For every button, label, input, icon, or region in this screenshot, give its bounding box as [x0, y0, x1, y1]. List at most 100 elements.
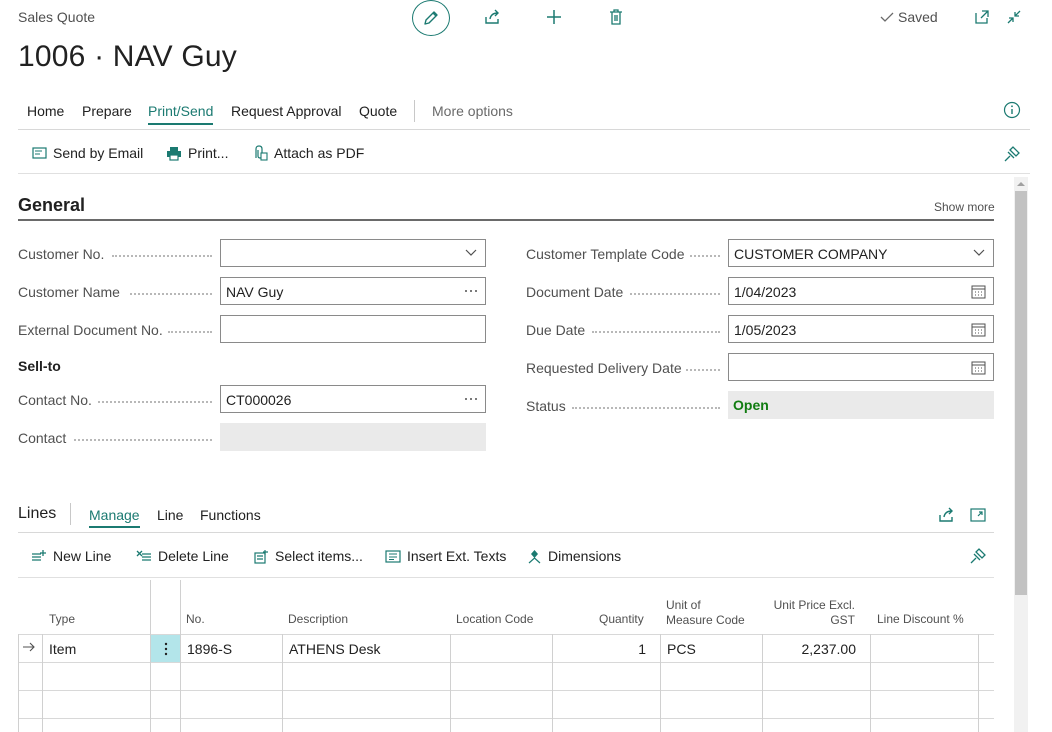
column-header-unit-price[interactable]: Unit Price Excl. GST [764, 598, 855, 628]
scroll-up-arrow-icon[interactable] [1016, 180, 1026, 188]
calendar-icon[interactable] [971, 360, 986, 375]
customer-name-field[interactable]: NAV Guy [220, 277, 486, 305]
menu-more-options[interactable]: More options [432, 103, 513, 119]
grid-line [42, 634, 43, 732]
requested-delivery-date-label: Requested Delivery Date [526, 360, 682, 376]
chevron-down-icon[interactable] [972, 246, 986, 260]
calendar-icon[interactable] [971, 322, 986, 337]
column-header-quantity[interactable]: Quantity [599, 612, 644, 627]
show-more-link[interactable]: Show more [934, 200, 995, 214]
share-icon [939, 507, 953, 522]
cell-unit-price[interactable]: 2,237.00 [766, 641, 857, 657]
column-header-line-discount[interactable]: Line Discount % [877, 612, 964, 627]
general-section-title[interactable]: General [18, 195, 85, 216]
lines-tab-manage[interactable]: Manage [89, 507, 140, 528]
select-items-label: Select items... [275, 548, 363, 564]
open-new-window-button[interactable] [970, 5, 994, 29]
pin-actions-button[interactable] [1000, 142, 1024, 166]
saved-status: Saved [880, 9, 938, 25]
grid-line [18, 634, 19, 732]
lines-tab-line[interactable]: Line [157, 507, 183, 523]
customer-name-label: Customer Name [18, 284, 120, 300]
sell-to-heading: Sell-to [18, 358, 61, 374]
column-header-description[interactable]: Description [288, 612, 348, 627]
grid-line [282, 634, 283, 732]
column-header-location-code[interactable]: Location Code [456, 612, 533, 627]
delete-button[interactable] [604, 5, 628, 29]
pin-lines-actions-button[interactable] [966, 544, 990, 568]
page-title: 1006 · NAV Guy [18, 40, 238, 73]
lines-tab-bar: Manage Line Functions [18, 498, 994, 533]
info-button[interactable] [1000, 98, 1024, 122]
collapse-icon [1007, 10, 1021, 24]
column-header-no[interactable]: No. [186, 612, 205, 627]
edit-button[interactable] [412, 0, 450, 36]
lines-expand-button[interactable] [966, 503, 990, 527]
print-button[interactable]: Print... [166, 145, 228, 161]
new-button[interactable] [542, 5, 566, 29]
cell-description[interactable]: ATHENS Desk [289, 641, 381, 657]
new-line-icon [32, 550, 46, 561]
menu-quote[interactable]: Quote [359, 103, 397, 119]
status-label: Status [526, 398, 566, 414]
customer-no-field[interactable] [220, 239, 486, 267]
due-date-field[interactable]: 1/05/2023 [728, 315, 994, 343]
collapse-button[interactable] [1002, 5, 1026, 29]
plus-icon [547, 10, 561, 24]
dotted-leader [686, 369, 720, 371]
pin-icon [970, 548, 986, 564]
new-line-button[interactable]: New Line [31, 548, 111, 564]
cell-quantity[interactable]: 1 [560, 641, 646, 657]
customer-template-code-field[interactable]: CUSTOMER COMPANY [728, 239, 994, 267]
share-icon [485, 9, 499, 24]
row-actions-button[interactable] [151, 635, 180, 662]
requested-delivery-date-field[interactable] [728, 353, 994, 381]
dotted-leader [592, 331, 720, 333]
grid-line [762, 634, 763, 732]
cell-no[interactable]: 1896-S [187, 641, 232, 657]
dimensions-button[interactable]: Dimensions [527, 548, 621, 564]
due-date-label: Due Date [526, 322, 586, 338]
column-header-unit-of-measure[interactable]: Unit of Measure Code [666, 598, 745, 628]
print-label: Print... [188, 145, 229, 161]
printer-icon [167, 146, 181, 161]
lines-tab-functions[interactable]: Functions [200, 507, 261, 523]
action-menu-bar: Home Prepare Print/Send Request Approval… [18, 98, 1030, 130]
select-items-icon [254, 549, 268, 564]
select-items-button[interactable]: Select items... [254, 548, 363, 564]
menu-home[interactable]: Home [27, 103, 64, 119]
expand-icon [970, 508, 986, 522]
ellipsis-icon[interactable] [464, 392, 478, 406]
share-button[interactable] [480, 5, 504, 29]
lines-title: Lines [18, 505, 57, 522]
menu-print-send[interactable]: Print/Send [148, 103, 214, 125]
dotted-leader [572, 407, 720, 409]
new-line-label: New Line [53, 548, 112, 564]
chevron-down-icon[interactable] [464, 246, 478, 260]
scrollbar-thumb[interactable] [1015, 191, 1027, 595]
insert-text-icon [385, 549, 401, 563]
insert-ext-texts-button[interactable]: Insert Ext. Texts [385, 548, 506, 564]
grid-line [660, 634, 661, 732]
menu-prepare[interactable]: Prepare [82, 103, 132, 119]
ellipsis-icon[interactable] [464, 284, 478, 298]
external-document-no-field[interactable] [220, 315, 486, 343]
grid-line [18, 662, 994, 663]
due-date-value: 1/05/2023 [734, 322, 797, 338]
dotted-leader [98, 401, 212, 403]
lines-share-button[interactable] [934, 503, 958, 527]
send-by-email-button[interactable]: Send by Email [32, 145, 143, 161]
document-date-field[interactable]: 1/04/2023 [728, 277, 994, 305]
cell-unit-of-measure[interactable]: PCS [667, 641, 696, 657]
column-header-type[interactable]: Type [49, 612, 75, 627]
grid-line [180, 580, 181, 732]
page-type-label: Sales Quote [18, 9, 96, 25]
menu-request-approval[interactable]: Request Approval [231, 103, 342, 119]
attach-as-pdf-button[interactable]: Attach as PDF [252, 145, 364, 161]
delete-line-button[interactable]: Delete Line [136, 548, 229, 564]
contact-field [220, 423, 486, 451]
contact-no-field[interactable]: CT000026 [220, 385, 486, 413]
cell-type[interactable]: Item [49, 641, 76, 657]
grid-line [552, 634, 553, 732]
calendar-icon[interactable] [971, 284, 986, 299]
